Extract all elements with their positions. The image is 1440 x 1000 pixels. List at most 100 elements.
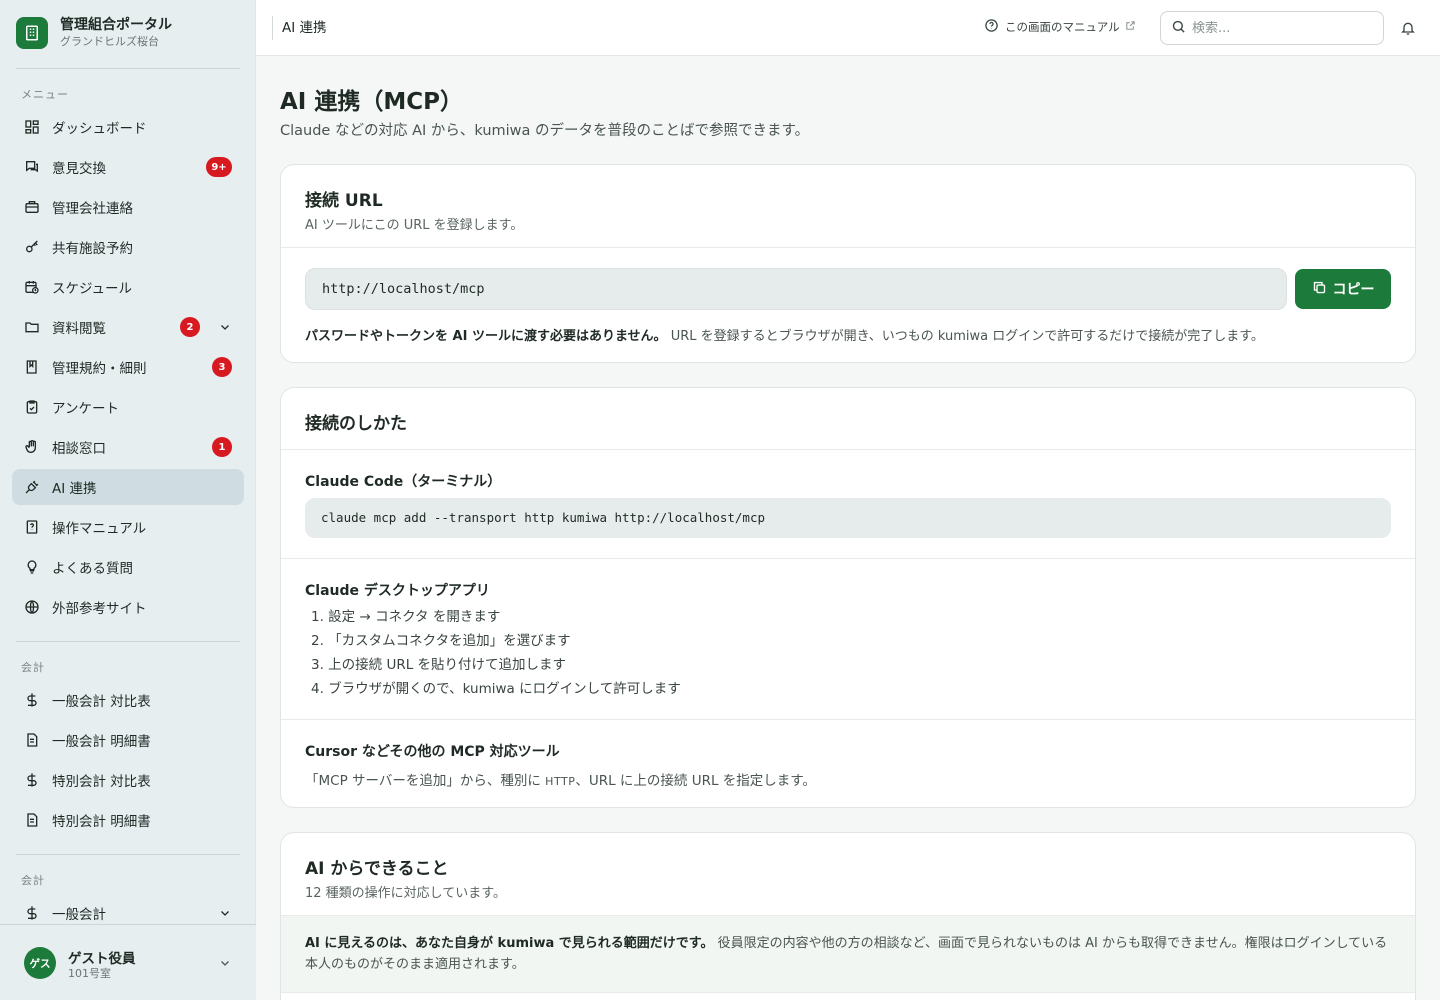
- sidebar-item-documents[interactable]: 資料閲覧 2: [12, 309, 244, 345]
- card-title: 接続 URL: [305, 191, 383, 211]
- sidebar-item-facility-booking[interactable]: 共有施設予約: [12, 229, 244, 265]
- brand-subtitle: グランドヒルズ桜台: [60, 35, 159, 48]
- sidebar-item-label: 一般会計 対比表: [52, 694, 151, 710]
- dollar-icon: [24, 772, 40, 788]
- sidebar-item-faq[interactable]: よくある質問: [12, 549, 244, 585]
- screen-manual-link[interactable]: この画面のマニュアル: [984, 18, 1136, 36]
- sidebar-item-dashboard[interactable]: ダッシュボード: [12, 109, 244, 145]
- sidebar-item-general-statement[interactable]: 一般会計 明細書: [12, 722, 244, 758]
- divider: [16, 641, 240, 642]
- sidebar-item-label: 特別会計 対比表: [52, 774, 151, 790]
- page-description: Claude などの対応 AI から、kumiwa のデータを普段のことばで参照…: [280, 123, 810, 139]
- sidebar-item-discussion[interactable]: 意見交換 9+: [12, 149, 244, 185]
- user-room: 101号室: [68, 967, 111, 980]
- top-header: AI 連携 この画面のマニュアル: [256, 0, 1440, 56]
- sidebar-item-schedule[interactable]: スケジュール: [12, 269, 244, 305]
- hand-icon: [24, 439, 40, 455]
- sidebar-item-bylaws[interactable]: 管理規約・細則 3: [12, 349, 244, 385]
- sidebar: 管理組合ポータル グランドヒルズ桜台 メニュー ダッシュボード 意見交換 9+ …: [0, 0, 256, 1000]
- sidebar-item-ai-integration[interactable]: AI 連携: [12, 469, 244, 505]
- copy-button[interactable]: コピー: [1295, 269, 1391, 309]
- key-icon: [24, 239, 40, 255]
- list-item: 2. 「カスタムコネクタを追加」を選びます: [311, 633, 571, 649]
- dollar-icon: [24, 692, 40, 708]
- sidebar-item-survey[interactable]: アンケート: [12, 389, 244, 425]
- desktop-steps: 1. 設定 → コネクタ を開きます 2. 「カスタムコネクタを追加」を選びます…: [311, 605, 681, 701]
- document-icon: [24, 812, 40, 828]
- sidebar-item-label: 一般会計: [52, 907, 106, 923]
- calendar-clock-icon: [24, 279, 40, 295]
- user-menu[interactable]: ゲス ゲスト役員 101号室: [0, 924, 256, 1000]
- sidebar-item-label: スケジュール: [52, 281, 133, 297]
- chevron-down-icon[interactable]: [218, 320, 232, 334]
- connection-url-field[interactable]: http://localhost/mcp: [305, 268, 1287, 310]
- connection-url-card: 接続 URL AI ツールにこの URL を登録します。 http://loca…: [280, 164, 1416, 363]
- list-item: 3. 上の接続 URL を貼り付けて追加します: [311, 657, 567, 673]
- desktop-app-title: Claude デスクトップアプリ: [305, 583, 490, 599]
- user-name: ゲスト役員: [68, 951, 136, 967]
- sidebar-item-general-comparison[interactable]: 一般会計 対比表: [12, 682, 244, 718]
- folder-icon: [24, 319, 40, 335]
- sidebar-item-label: 共有施設予約: [52, 241, 133, 257]
- card-subtitle: 12 種類の操作に対応しています。: [305, 886, 506, 901]
- other-tools-text: 、URL に上の接続 URL を指定します。: [575, 773, 816, 789]
- sidebar-item-special-statement[interactable]: 特別会計 明細書: [12, 802, 244, 838]
- menu-section-label: メニュー: [21, 88, 69, 101]
- accounting2-section-label: 会計: [21, 874, 45, 887]
- manual-book-icon: [24, 519, 40, 535]
- permission-scope-notice: AI に見えるのは、あなた自身が kumiwa で見られる範囲だけです。 役員限…: [281, 915, 1415, 993]
- brand-title: 管理組合ポータル: [60, 17, 172, 33]
- card-title: 接続のしかた: [305, 414, 407, 434]
- sidebar-item-label: 一般会計 明細書: [52, 734, 151, 750]
- dollar-icon: [24, 905, 40, 921]
- sidebar-item-user-manual[interactable]: 操作マニュアル: [12, 509, 244, 545]
- notification-badge: 2: [180, 317, 200, 337]
- search-box[interactable]: [1160, 11, 1384, 45]
- other-tools-text: 「MCP サーバーを追加」から、種別に: [305, 773, 541, 789]
- building-icon: [16, 17, 48, 49]
- chat-icon: [24, 159, 40, 175]
- sidebar-item-external-sites[interactable]: 外部参考サイト: [12, 589, 244, 625]
- divider: [281, 247, 1415, 248]
- breadcrumb: AI 連携: [272, 16, 327, 40]
- bell-icon[interactable]: [1400, 20, 1416, 36]
- sidebar-item-label: 管理規約・細則: [52, 361, 147, 377]
- sidebar-item-label: ダッシュボード: [52, 121, 147, 137]
- notification-badge: 1: [212, 437, 232, 457]
- sidebar-item-label: 資料閲覧: [52, 321, 106, 337]
- sidebar-item-label: 特別会計 明細書: [52, 814, 151, 830]
- sidebar-item-special-comparison[interactable]: 特別会計 対比表: [12, 762, 244, 798]
- screen-manual-label: この画面のマニュアル: [1005, 20, 1120, 34]
- divider: [281, 449, 1415, 450]
- sidebar-item-label: アンケート: [52, 401, 119, 417]
- book-icon: [24, 359, 40, 375]
- chevron-down-icon[interactable]: [218, 906, 232, 920]
- claude-code-command[interactable]: claude mcp add --transport http kumiwa h…: [305, 498, 1391, 538]
- chevron-down-icon[interactable]: [218, 956, 232, 970]
- brand[interactable]: 管理組合ポータル グランドヒルズ桜台: [16, 16, 172, 50]
- page-title: AI 連携（MCP）: [280, 89, 463, 115]
- sidebar-item-label: 相談窓口: [52, 441, 106, 457]
- external-link-icon: [1125, 20, 1136, 34]
- document-icon: [24, 732, 40, 748]
- auth-note-bold: パスワードやトークンを AI ツールに渡す必要はありません。: [305, 329, 667, 344]
- card-title: AI からできること: [305, 859, 449, 879]
- sidebar-item-label: AI 連携: [52, 481, 97, 497]
- sidebar-item-consultation[interactable]: 相談窓口 1: [12, 429, 244, 465]
- divider: [16, 68, 240, 69]
- sidebar-item-label: 管理会社連絡: [52, 201, 133, 217]
- list-item: 4. ブラウザが開くので、kumiwa にログインして許可します: [311, 681, 681, 697]
- search-icon: [1171, 19, 1186, 38]
- search-input[interactable]: [1192, 20, 1362, 36]
- sidebar-item-label: 操作マニュアル: [52, 521, 147, 537]
- auth-note: パスワードやトークンを AI ツールに渡す必要はありません。 URL を登録する…: [305, 325, 1264, 344]
- dashboard-icon: [24, 119, 40, 135]
- briefcase-icon: [24, 199, 40, 215]
- divider: [16, 854, 240, 855]
- notification-badge: 9+: [206, 157, 232, 177]
- sidebar-item-label: 外部参考サイト: [52, 601, 147, 617]
- scope-bold: AI に見えるのは、あなた自身が kumiwa で見られる範囲だけです。: [305, 936, 714, 951]
- sidebar-item-management-contact[interactable]: 管理会社連絡: [12, 189, 244, 225]
- auth-note-text: URL を登録するとブラウザが開き、いつもの kumiwa ログインで許可するだ…: [666, 329, 1264, 344]
- connection-howto-card: 接続のしかた Claude Code（ターミナル） claude mcp add…: [280, 387, 1416, 808]
